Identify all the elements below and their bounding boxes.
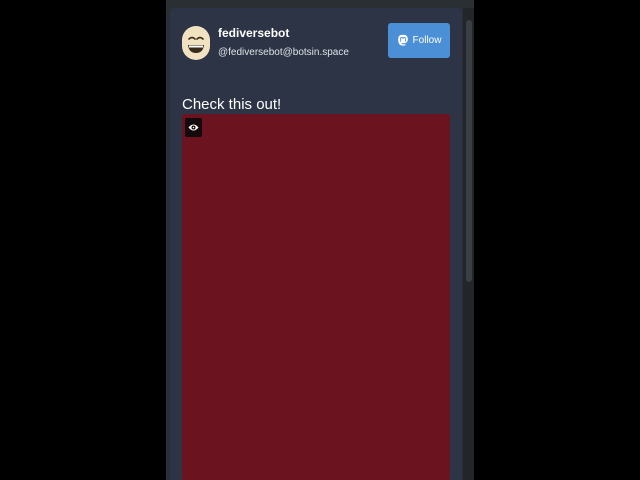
mastodon-icon bbox=[397, 34, 408, 46]
laughing-face-icon bbox=[183, 27, 209, 59]
author-display-name[interactable]: fediversebot bbox=[218, 26, 289, 40]
post-text: Check this out! bbox=[182, 96, 282, 113]
follow-button[interactable]: Follow bbox=[388, 23, 450, 58]
post-card: fediversebot @fediversebot@botsin.space … bbox=[170, 8, 462, 480]
post-media-image[interactable] bbox=[182, 114, 450, 480]
follow-button-label: Follow bbox=[412, 35, 442, 46]
scrollbar-thumb[interactable] bbox=[466, 20, 472, 282]
author-handle[interactable]: @fediversebot@botsin.space bbox=[218, 47, 349, 58]
eye-icon bbox=[188, 124, 199, 131]
avatar[interactable] bbox=[182, 26, 210, 60]
media-visibility-toggle[interactable] bbox=[185, 118, 202, 137]
scrollbar[interactable] bbox=[463, 8, 474, 480]
